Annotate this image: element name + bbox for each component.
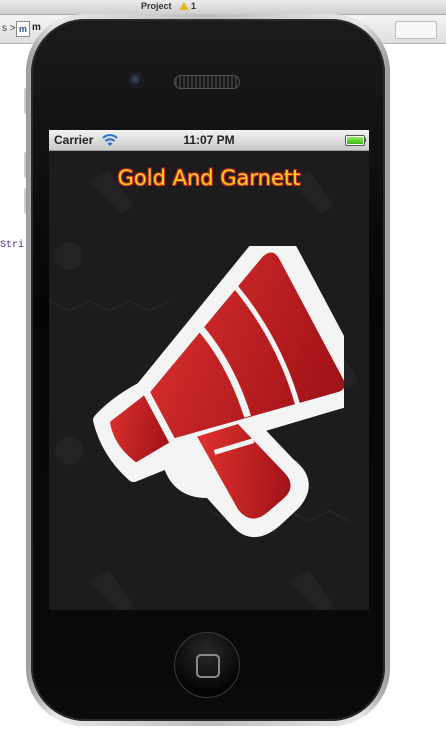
warning-icon xyxy=(179,2,189,10)
home-button[interactable] xyxy=(174,632,240,698)
front-camera xyxy=(129,73,144,88)
warning-count: 1 xyxy=(191,1,197,11)
xcode-window-title: Project xyxy=(141,1,172,11)
battery-icon xyxy=(345,135,365,146)
status-bar: Carrier 11:07 PM xyxy=(49,130,369,151)
xcode-title-bar: Project 1 xyxy=(0,0,446,15)
battery-nub xyxy=(364,138,366,142)
battery-level xyxy=(347,137,363,144)
phone-screen: Carrier 11:07 PM Gold And Garnett xyxy=(49,130,369,610)
app-title: Gold And Garnett xyxy=(117,166,301,190)
app-view: Gold And Garnett xyxy=(49,151,369,610)
home-square-icon xyxy=(196,654,220,678)
jump-bar-control[interactable] xyxy=(395,21,437,39)
code-text: Stri xyxy=(0,240,25,251)
earpiece-speaker xyxy=(174,75,240,89)
objc-file-icon: m xyxy=(16,21,30,37)
file-name[interactable]: m xyxy=(32,22,41,33)
breadcrumb[interactable]: s > xyxy=(2,23,16,34)
warning-badge[interactable]: 1 xyxy=(179,1,196,11)
megaphone-icon[interactable] xyxy=(84,246,344,546)
status-time: 11:07 PM xyxy=(183,133,235,147)
